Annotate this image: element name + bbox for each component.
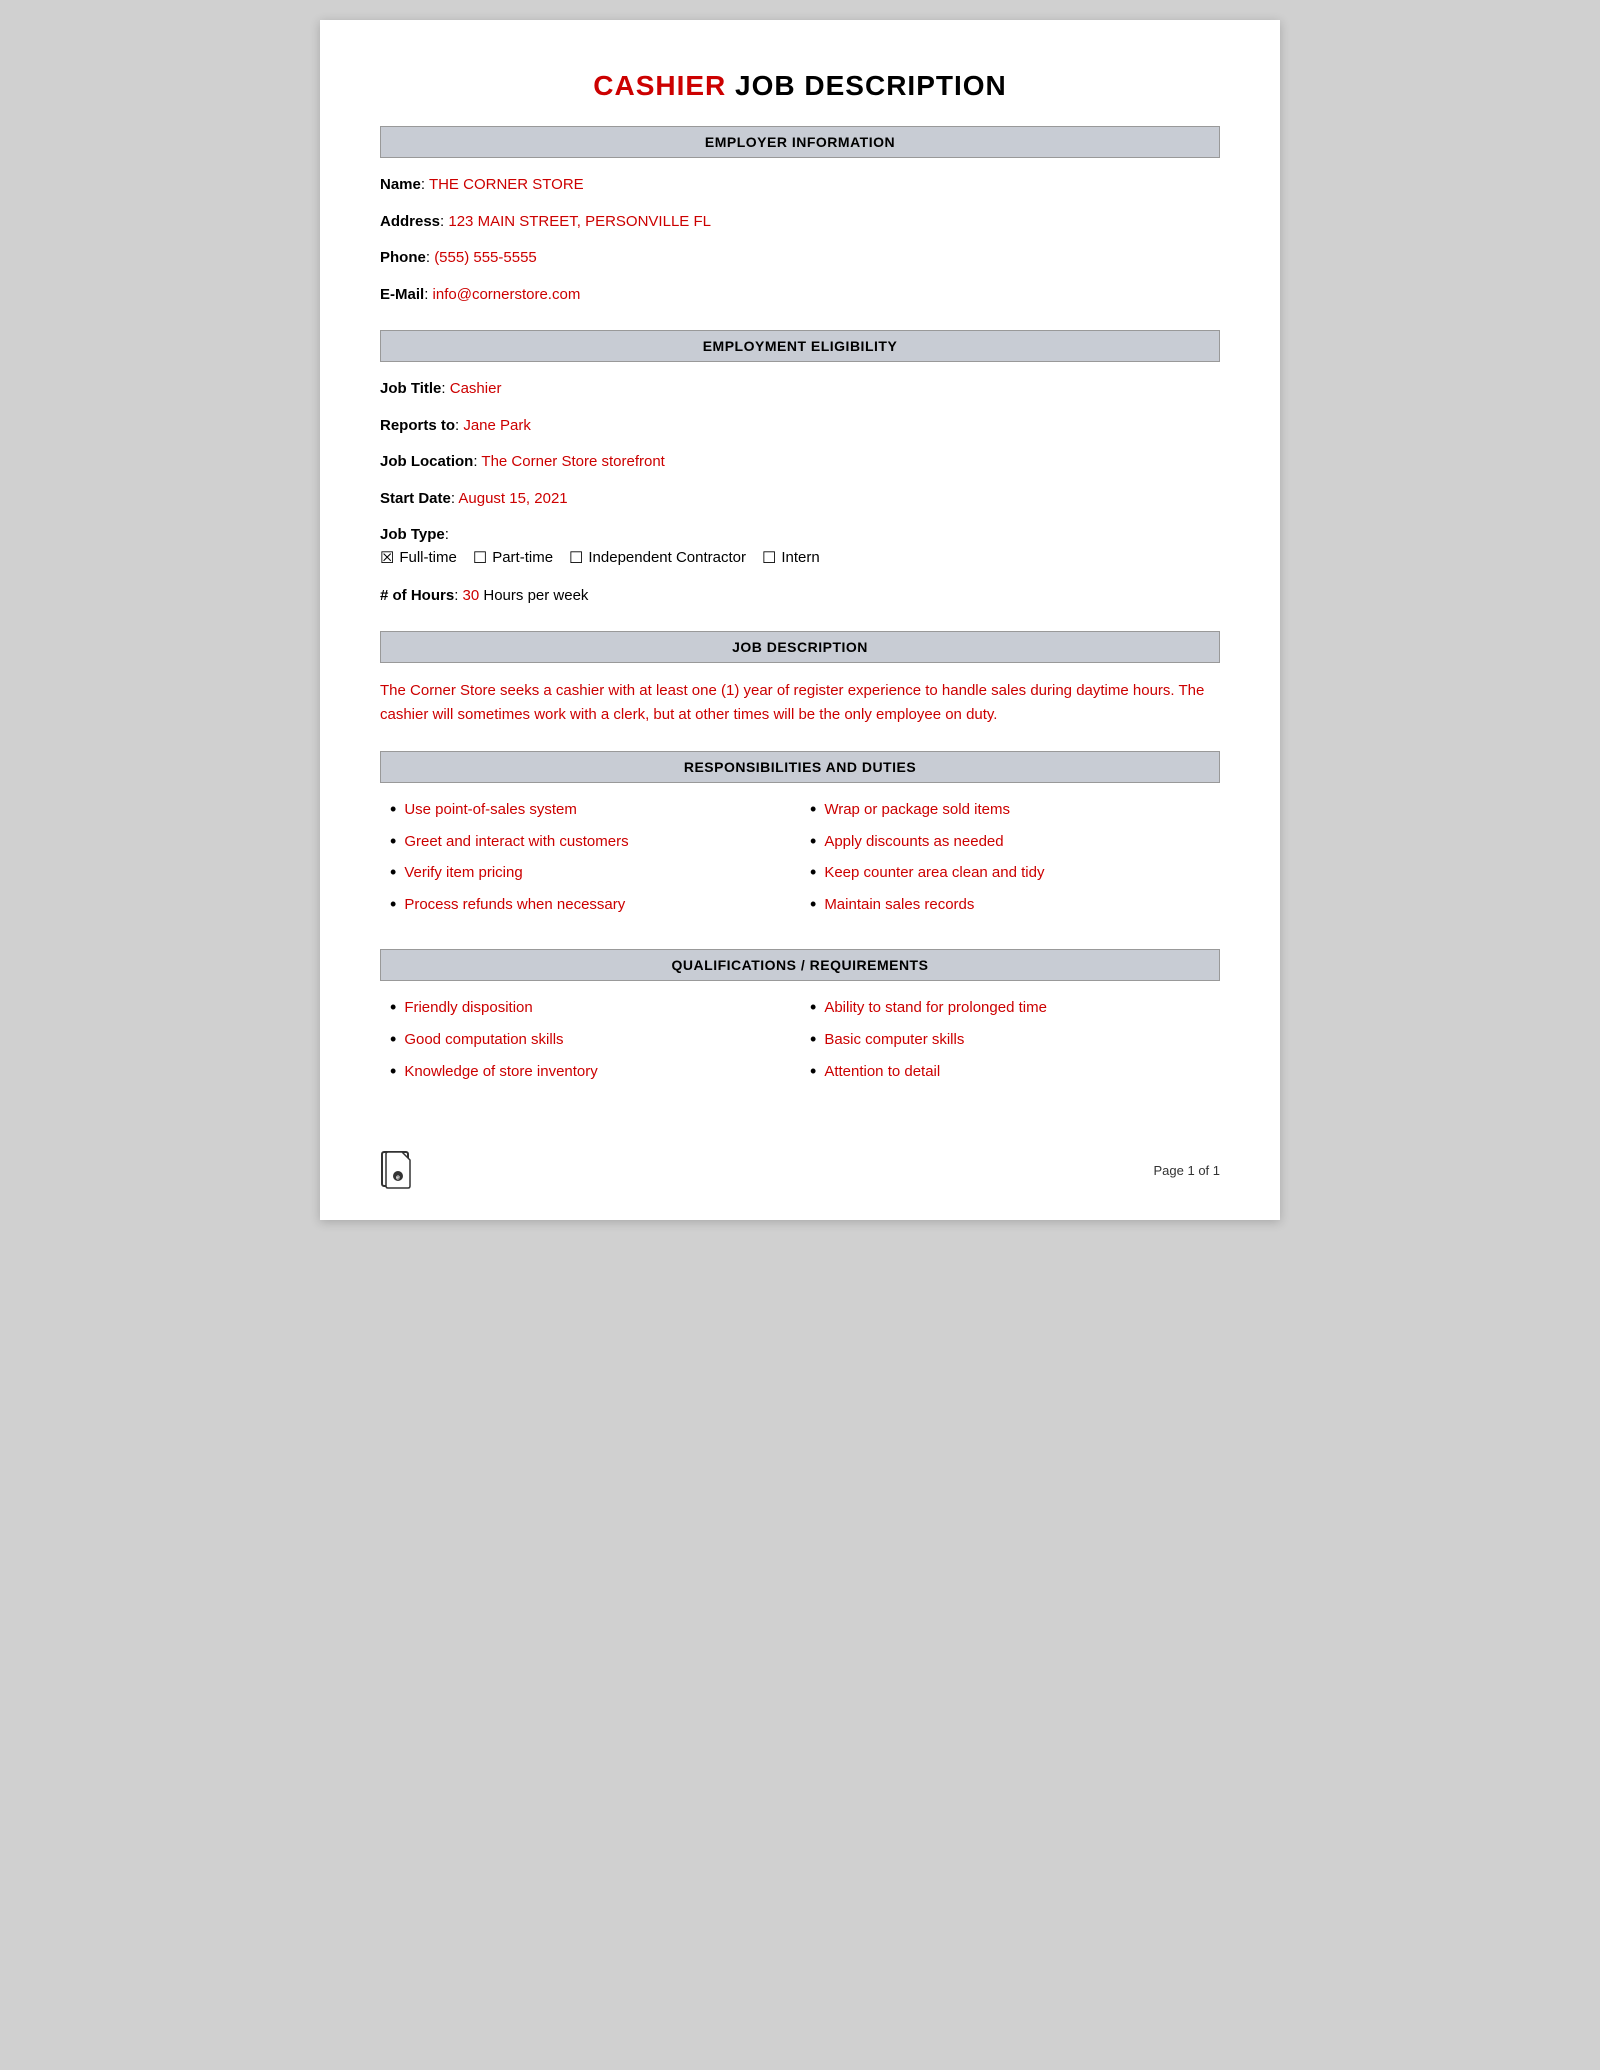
page-title: CASHIER JOB DESCRIPTION	[380, 70, 1220, 102]
qualifications-col1: Friendly disposition Good computation sk…	[380, 997, 800, 1092]
hours-value: 30	[463, 587, 480, 604]
list-item: Maintain sales records	[810, 894, 1220, 916]
hours-text: Hours per week	[479, 587, 588, 604]
job-description-header: JOB DESCRIPTION	[380, 631, 1220, 663]
list-item: Apply discounts as needed	[810, 831, 1220, 853]
svg-text:e: e	[396, 1175, 400, 1182]
list-item: Keep counter area clean and tidy	[810, 862, 1220, 884]
title-black: JOB DESCRIPTION	[726, 70, 1006, 101]
employment-eligibility-section: EMPLOYMENT ELIGIBILITY Job Title: Cashie…	[380, 330, 1220, 607]
page-footer: e Page 1 of 1	[380, 1150, 1220, 1190]
responsibilities-col1: Use point-of-sales system Greet and inte…	[380, 799, 800, 925]
start-date-value: August 15, 2021	[458, 490, 567, 507]
employer-info-header: EMPLOYER INFORMATION	[380, 126, 1220, 158]
job-location-row: Job Location: The Corner Store storefron…	[380, 451, 1220, 474]
hours-row: # of Hours: 30 Hours per week	[380, 585, 1220, 608]
fulltime-checkbox: ☒	[380, 547, 394, 571]
job-type-fulltime: ☒ Full-time	[380, 547, 457, 571]
title-red: CASHIER	[593, 70, 726, 101]
list-item: Knowledge of store inventory	[390, 1061, 800, 1083]
qualifications-header: QUALIFICATIONS / REQUIREMENTS	[380, 949, 1220, 981]
parttime-label: Part-time	[492, 547, 553, 570]
job-title-row: Job Title: Cashier	[380, 378, 1220, 401]
list-item: Verify item pricing	[390, 862, 800, 884]
document-page: CASHIER JOB DESCRIPTION EMPLOYER INFORMA…	[320, 20, 1280, 1220]
qualifications-col2: Ability to stand for prolonged time Basi…	[800, 997, 1220, 1092]
intern-label: Intern	[781, 547, 819, 570]
employer-email-row: E-Mail: info@cornerstore.com	[380, 284, 1220, 307]
reports-to-row: Reports to: Jane Park	[380, 415, 1220, 438]
employer-email-label: E-Mail	[380, 286, 424, 303]
employer-name-label: Name	[380, 176, 421, 193]
employer-name-row: Name: THE CORNER STORE	[380, 174, 1220, 197]
job-type-label: Job Type	[380, 526, 445, 543]
job-type-parttime: ☐ Part-time	[473, 547, 553, 571]
contractor-checkbox: ☐	[569, 547, 583, 571]
responsibilities-col2: Wrap or package sold items Apply discoun…	[800, 799, 1220, 925]
job-location-label: Job Location	[380, 453, 473, 470]
employer-email-value: info@cornerstore.com	[433, 286, 581, 303]
start-date-label: Start Date	[380, 490, 451, 507]
job-type-options: ☒ Full-time ☐ Part-time ☐ Independent Co…	[380, 547, 1220, 571]
job-description-text: The Corner Store seeks a cashier with at…	[380, 679, 1220, 727]
job-type-row: Job Type: ☒ Full-time ☐ Part-time ☐ Inde…	[380, 524, 1220, 571]
job-type-intern: ☐ Intern	[762, 547, 820, 571]
employer-phone-row: Phone: (555) 555-5555	[380, 247, 1220, 270]
employer-phone-label: Phone	[380, 249, 426, 266]
employer-address-label: Address	[380, 213, 440, 230]
job-title-value: Cashier	[450, 380, 502, 397]
start-date-row: Start Date: August 15, 2021	[380, 488, 1220, 511]
responsibilities-header: RESPONSIBILITIES AND DUTIES	[380, 751, 1220, 783]
page-number: Page 1 of 1	[1154, 1163, 1221, 1178]
fulltime-label: Full-time	[399, 547, 457, 570]
employer-address-value: 123 MAIN STREET, PERSONVILLE FL	[448, 213, 711, 230]
list-item: Greet and interact with customers	[390, 831, 800, 853]
list-item: Good computation skills	[390, 1029, 800, 1051]
document-icon: e	[380, 1150, 416, 1190]
list-item: Friendly disposition	[390, 997, 800, 1019]
responsibilities-section: RESPONSIBILITIES AND DUTIES Use point-of…	[380, 751, 1220, 925]
list-item: Attention to detail	[810, 1061, 1220, 1083]
contractor-label: Independent Contractor	[588, 547, 746, 570]
job-location-value: The Corner Store storefront	[481, 453, 664, 470]
employer-phone-value: (555) 555-5555	[434, 249, 537, 266]
employer-name-value: THE CORNER STORE	[429, 176, 584, 193]
job-title-label: Job Title	[380, 380, 441, 397]
qualifications-list: Friendly disposition Good computation sk…	[380, 997, 1220, 1092]
employer-info-section: EMPLOYER INFORMATION Name: THE CORNER ST…	[380, 126, 1220, 306]
employer-address-row: Address: 123 MAIN STREET, PERSONVILLE FL	[380, 211, 1220, 234]
list-item: Wrap or package sold items	[810, 799, 1220, 821]
employer-info-fields: Name: THE CORNER STORE Address: 123 MAIN…	[380, 174, 1220, 306]
list-item: Basic computer skills	[810, 1029, 1220, 1051]
parttime-checkbox: ☐	[473, 547, 487, 571]
list-item: Ability to stand for prolonged time	[810, 997, 1220, 1019]
job-description-section: JOB DESCRIPTION The Corner Store seeks a…	[380, 631, 1220, 727]
reports-to-value: Jane Park	[463, 417, 531, 434]
reports-to-label: Reports to	[380, 417, 455, 434]
employment-eligibility-header: EMPLOYMENT ELIGIBILITY	[380, 330, 1220, 362]
list-item: Process refunds when necessary	[390, 894, 800, 916]
hours-label: # of Hours	[380, 587, 454, 604]
job-type-contractor: ☐ Independent Contractor	[569, 547, 746, 571]
list-item: Use point-of-sales system	[390, 799, 800, 821]
qualifications-section: QUALIFICATIONS / REQUIREMENTS Friendly d…	[380, 949, 1220, 1092]
employment-eligibility-fields: Job Title: Cashier Reports to: Jane Park…	[380, 378, 1220, 607]
intern-checkbox: ☐	[762, 547, 776, 571]
responsibilities-list: Use point-of-sales system Greet and inte…	[380, 799, 1220, 925]
